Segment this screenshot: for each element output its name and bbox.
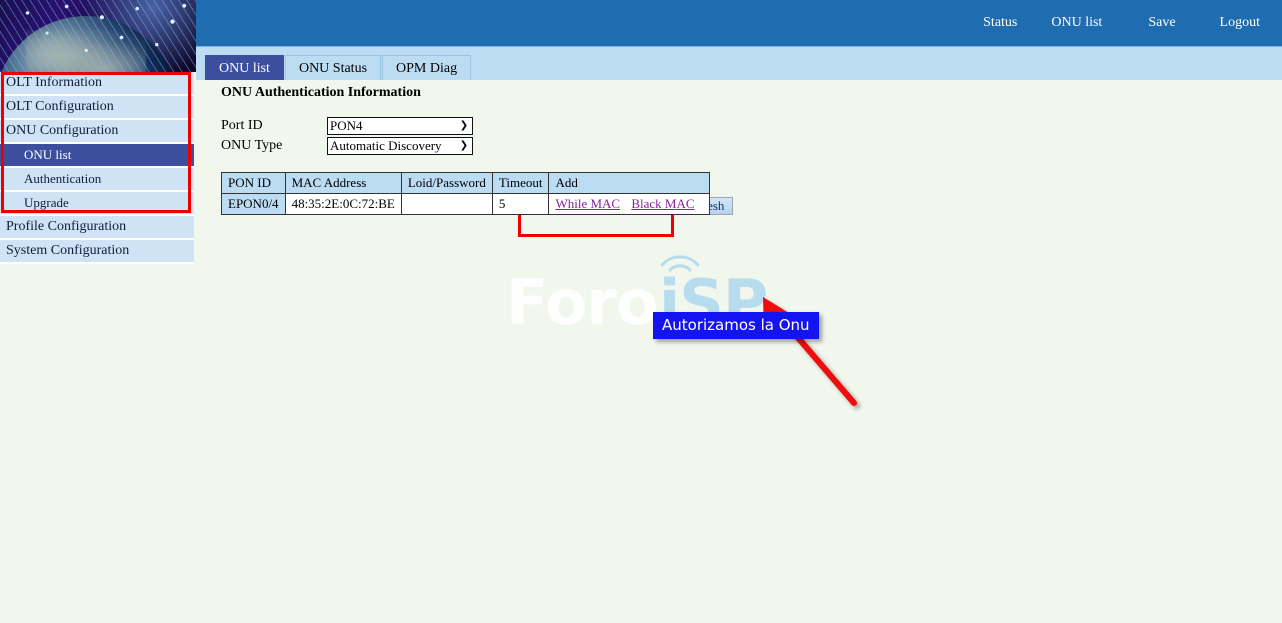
main-content: ONU Authentication Information Port ID P… — [196, 80, 1282, 623]
sidebar-item-upgrade[interactable]: Upgrade — [0, 192, 194, 216]
port-id-value: PON4 — [330, 118, 458, 134]
header-link-onu-list[interactable]: ONU list — [1047, 13, 1106, 33]
column-add: Add — [549, 173, 709, 194]
onu-type-label: ONU Type — [221, 138, 327, 154]
header-link-save[interactable]: Save — [1144, 13, 1179, 33]
watermark-text-foro: Foro — [506, 266, 658, 339]
sidebar-item-profile-configuration[interactable]: Profile Configuration — [0, 216, 194, 240]
column-pon-id: PON ID — [222, 173, 286, 194]
tab-onu-status[interactable]: ONU Status — [285, 55, 381, 81]
column-mac-address: MAC Address — [285, 173, 401, 194]
sidebar-item-olt-configuration[interactable]: OLT Configuration — [0, 96, 194, 120]
page-title: ONU Authentication Information — [221, 85, 421, 101]
sidebar-menu: OLT Information OLT Configuration ONU Co… — [0, 72, 194, 264]
table-header-row: PON ID MAC Address Loid/Password Timeout… — [222, 173, 710, 194]
globe-fiber-banner-icon — [0, 0, 196, 72]
red-arrow-icon — [736, 280, 896, 420]
while-mac-link[interactable]: While MAC — [555, 196, 620, 211]
sidebar-item-authentication[interactable]: Authentication — [0, 168, 194, 192]
onu-type-row: ONU Type Automatic Discovery ❯ — [221, 136, 473, 156]
header-link-status[interactable]: Status — [979, 13, 1021, 33]
tab-strip: ONU list ONU Status OPM Diag — [196, 46, 1282, 81]
header-nav: Status ONU list Save Logout — [979, 13, 1264, 33]
cell-loid-password — [401, 194, 492, 215]
wifi-signal-icon — [658, 246, 702, 276]
header-link-logout[interactable]: Logout — [1216, 13, 1264, 33]
cell-pon-id: EPON0/4 — [222, 194, 286, 215]
onu-type-value: Automatic Discovery — [330, 138, 458, 154]
chevron-down-icon: ❯ — [458, 141, 470, 151]
column-timeout: Timeout — [492, 173, 549, 194]
foroisp-watermark: Foro iSP — [506, 258, 796, 358]
sidebar-item-system-configuration[interactable]: System Configuration — [0, 240, 194, 264]
annotation-callout: Autorizamos la Onu — [653, 312, 819, 339]
black-mac-link[interactable]: Black MAC — [631, 196, 694, 211]
tab-opm-diag[interactable]: OPM Diag — [382, 55, 471, 81]
cell-add: While MAC Black MAC — [549, 194, 709, 215]
sidebar-item-onu-list[interactable]: ONU list — [0, 144, 194, 168]
onu-type-select[interactable]: Automatic Discovery ❯ — [327, 137, 473, 155]
tab-onu-list[interactable]: ONU list — [205, 55, 284, 81]
port-id-label: Port ID — [221, 118, 327, 134]
table-row: EPON0/4 48:35:2E:0C:72:BE 5 While MAC Bl… — [222, 194, 710, 215]
port-id-select[interactable]: PON4 ❯ — [327, 117, 473, 135]
onu-authentication-table: PON ID MAC Address Loid/Password Timeout… — [221, 172, 710, 215]
port-id-row: Port ID PON4 ❯ — [221, 116, 473, 136]
column-loid-password: Loid/Password — [401, 173, 492, 194]
chevron-down-icon: ❯ — [458, 121, 470, 131]
filter-form: Port ID PON4 ❯ ONU Type Automatic Discov… — [221, 116, 473, 156]
cell-mac-address: 48:35:2E:0C:72:BE — [285, 194, 401, 215]
sidebar-item-olt-information[interactable]: OLT Information — [0, 72, 194, 96]
sidebar-item-onu-configuration[interactable]: ONU Configuration — [0, 120, 194, 144]
cell-timeout: 5 — [492, 194, 549, 215]
